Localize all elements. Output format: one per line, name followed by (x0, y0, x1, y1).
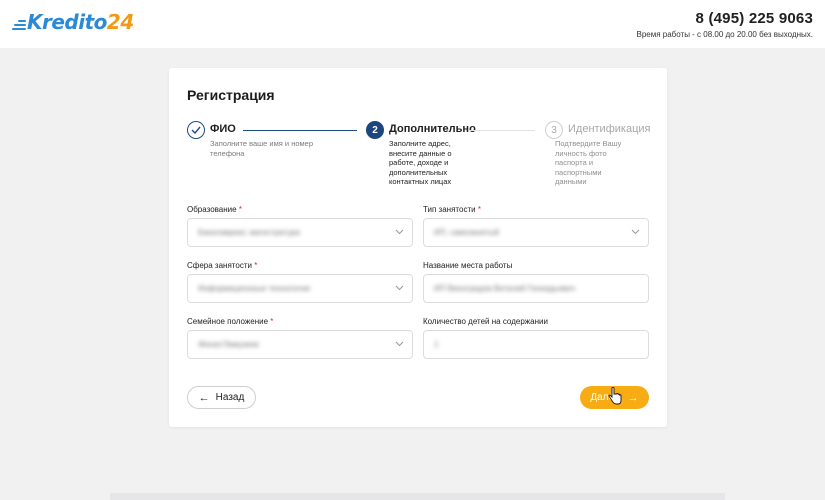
required-mark: * (238, 205, 242, 214)
workplace-name-value: ИП Виноградов Виталий Геннадьевич (434, 284, 576, 293)
education-select[interactable]: Бакалавриат, магистратура (187, 218, 413, 247)
chevron-down-icon (631, 229, 640, 235)
workplace-name-input[interactable]: ИП Виноградов Виталий Геннадьевич (423, 274, 649, 303)
kredito24-logo[interactable]: Kredito24 (12, 10, 134, 34)
back-button-label: Назад (215, 392, 245, 403)
phone-number[interactable]: 8 (495) 225 9063 (636, 10, 813, 27)
chevron-down-icon (395, 341, 404, 347)
speed-lines-icon (12, 18, 26, 32)
employment-type-label: Тип занятости * (423, 205, 481, 214)
required-mark: * (477, 205, 481, 214)
arrow-right-icon: → (627, 391, 639, 404)
logo-main: Kredito (27, 10, 107, 34)
step-3-description: Подтвердите Вашу личность фото паспорта … (555, 139, 622, 186)
employment-sphere-value: Информационные технологии (198, 284, 310, 293)
bottom-strip (110, 493, 725, 500)
marital-status-label: Семейное положение * (187, 317, 274, 326)
back-button[interactable]: ← Назад (187, 386, 256, 409)
page-title: Регистрация (187, 87, 275, 103)
contact-info: 8 (495) 225 9063 Время работы - с 08.00 … (636, 10, 813, 39)
required-mark: * (254, 261, 258, 270)
logo-text: Kredito24 (27, 10, 134, 34)
employment-type-select[interactable]: ИП, самозанятый (423, 218, 649, 247)
registration-card: Регистрация ФИО Заполните ваше имя и ном… (169, 68, 667, 427)
logo-num: 24 (106, 10, 134, 34)
top-header: Kredito24 8 (495) 225 9063 Время работы … (0, 0, 825, 48)
chevron-down-icon (395, 229, 404, 235)
working-hours: Время работы - с 08.00 до 20.00 без выхо… (636, 30, 813, 39)
children-count-input[interactable]: 1 (423, 330, 649, 359)
arrow-left-icon: ← (198, 391, 210, 404)
step-3-number: 3 (545, 121, 563, 139)
hand-cursor-icon (608, 387, 622, 405)
step-2-label: Дополнительно (389, 123, 476, 135)
step-3-label: Идентификация (568, 123, 651, 135)
step-2-connector (469, 130, 535, 131)
children-count-value: 1 (434, 340, 439, 349)
children-count-label: Количество детей на содержании (423, 317, 548, 326)
marital-status-value: Женат/Замужем (198, 340, 259, 349)
step-1-description: Заполните ваше имя и номер телефона (210, 139, 314, 158)
step-2-description: Заполните адрес, внесите данные о работе… (389, 139, 452, 186)
employment-sphere-select[interactable]: Информационные технологии (187, 274, 413, 303)
step-1-label: ФИО (210, 123, 236, 135)
employment-type-value: ИП, самозанятый (434, 228, 500, 237)
marital-status-select[interactable]: Женат/Замужем (187, 330, 413, 359)
step-2-number: 2 (366, 121, 384, 139)
education-value: Бакалавриат, магистратура (198, 228, 300, 237)
step-1-connector (243, 130, 357, 131)
step-1-check-icon (187, 121, 205, 139)
chevron-down-icon (395, 285, 404, 291)
employment-sphere-label: Сфера занятости * (187, 261, 258, 270)
workplace-name-label: Название места работы (423, 261, 513, 270)
required-mark: * (270, 317, 274, 326)
education-label: Образование * (187, 205, 242, 214)
